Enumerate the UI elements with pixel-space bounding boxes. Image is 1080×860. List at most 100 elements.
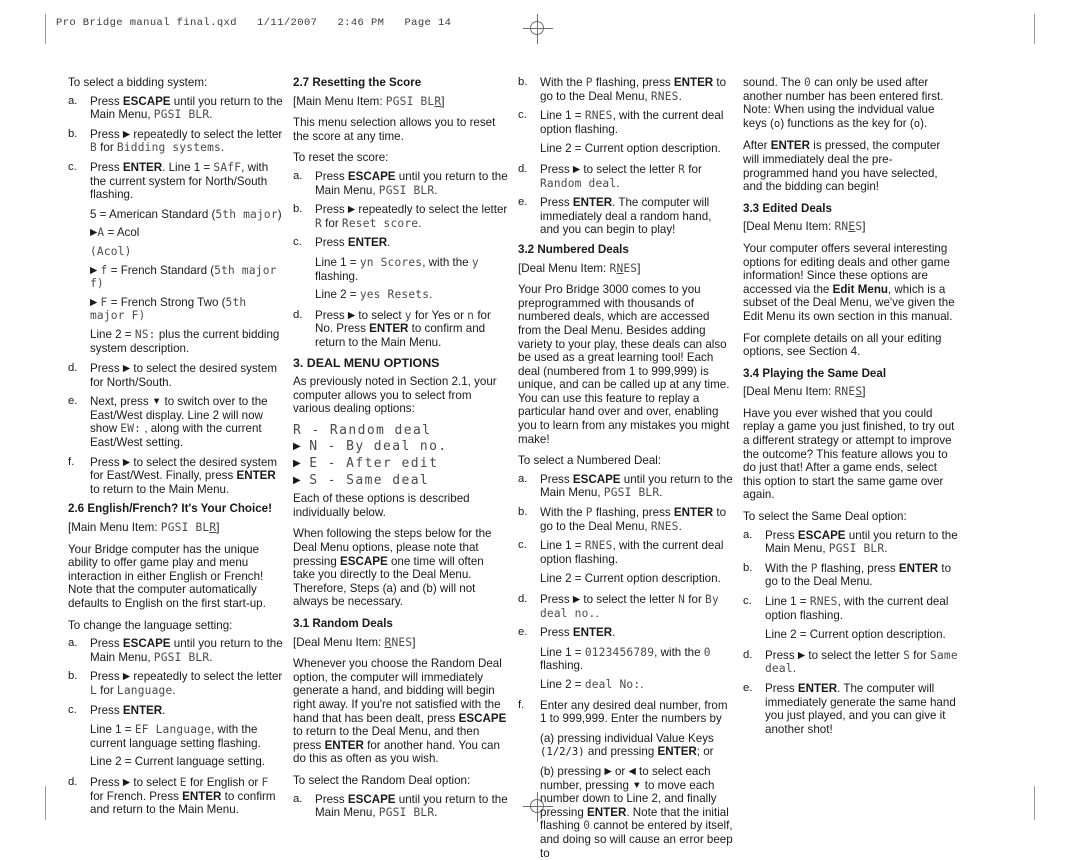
text-fragment: [Deal Menu Item: [743, 385, 835, 399]
arrow-left-icon [629, 766, 636, 777]
column-3: b. With the P flashing, press ENTER to g… [518, 76, 733, 860]
text-fragment: Press [90, 94, 123, 108]
step-b-random-deal: b. With the P flashing, press ENTER to g… [518, 76, 733, 103]
lcd-letter-r: R [315, 216, 322, 230]
key-enter: ENTER [572, 196, 613, 210]
numbered-deal-e-line2: Line 2 = deal No:. [540, 678, 733, 692]
random-deal-intro: To select the Random Deal option: [293, 773, 471, 787]
lcd-letter-f: F [261, 775, 269, 789]
lcd-letter-p: P [585, 506, 593, 520]
text-fragment: repeatedly to select the letter [130, 670, 283, 684]
step-marker: b. [518, 506, 528, 519]
heading-3-2: 3.2 Numbered Deals [518, 242, 629, 256]
crop-rule-right [1034, 14, 1035, 44]
step-body: Press to select the letter R for Random … [540, 163, 733, 190]
same-deal-intro: To select the Same Deal option: [743, 510, 907, 524]
lcd-y: y [471, 255, 479, 269]
text-fragment: Press [540, 162, 573, 176]
language-intro: To change the language setting: [68, 618, 233, 632]
step-body: Press ESCAPE until you return to the Mai… [315, 793, 508, 820]
heading-2-7: 2.7 Resetting the Score [293, 76, 422, 89]
menu-item-3-1: [Deal Menu Item: RNES] [293, 636, 508, 650]
paragraph-3-1-body: Whenever you choose the Random Deal opti… [293, 657, 508, 766]
step-marker: d. [743, 648, 753, 661]
text-fragment: ] [862, 220, 866, 234]
lcd-yes-resets: yes Resets [359, 288, 430, 302]
key-enter: ENTER [770, 139, 811, 153]
text-fragment: Press [315, 236, 348, 250]
lcd-major-f: major F) [90, 309, 146, 323]
step-body: Press repeatedly to select the letter B … [90, 128, 283, 155]
text-fragment: . [162, 703, 166, 717]
lcd-y: y [404, 308, 412, 322]
lcd-menu-path: PGSI BLR [386, 95, 442, 108]
step-body: Press to select E for English or F for F… [90, 776, 283, 817]
step-marker: c. [518, 109, 527, 122]
step-b-same-deal: b. With the P flashing, press ENTER to g… [743, 562, 958, 589]
step-body: Press ENTER. [315, 236, 508, 250]
step-e-same-deal: e. Press ENTER. The computer will immedi… [743, 682, 958, 736]
paragraph-after-enter: After ENTER is pressed, the computer wil… [743, 139, 958, 193]
lcd-bidding-systems: Bidding systems [116, 141, 221, 155]
text-fragment: Press [540, 593, 573, 606]
text-fragment: ). [920, 116, 928, 130]
arrow-down-icon [632, 780, 641, 791]
text-fragment: Line 1 = [765, 595, 810, 608]
step-c-reset: c. Press ENTER. [293, 236, 508, 250]
manual-page: Pro Bridge manual final.qxd 1/11/2007 2:… [0, 0, 1080, 860]
text-fragment: . [434, 183, 438, 197]
step-body: With the P flashing, press ENTER to go t… [540, 76, 733, 103]
key-enter: ENTER [324, 738, 364, 752]
text-fragment: (b) pressing [540, 764, 605, 778]
step-body: Line 1 = RNES, with the current deal opt… [540, 109, 733, 136]
lcd-5th: 5th [225, 295, 247, 309]
step-marker: a. [293, 169, 303, 182]
text-fragment: = French Standard ( [107, 263, 215, 277]
step-d-reset: d. Press to select y for Yes or n for No… [293, 309, 508, 350]
lcd-random-deal: Random deal [540, 176, 617, 190]
step-c-bidding: c. Press ENTER. Line 1 = SAfF, with the … [68, 161, 283, 202]
step-marker: d. [518, 593, 528, 605]
step-marker: c. [68, 160, 77, 173]
lcd-main-menu: PGSI BLR [153, 650, 210, 664]
lcd-option-n: N - By deal no. [309, 439, 448, 455]
key-enter: ENTER [898, 561, 939, 575]
lcd-reset-score: Reset score [341, 216, 419, 230]
text-fragment: flashing, press [592, 506, 674, 520]
arrow-down-icon [152, 396, 161, 407]
step-body: Press ESCAPE until you return to the Mai… [90, 637, 283, 664]
text-fragment: Press [90, 775, 123, 789]
step-marker: d. [518, 162, 528, 175]
numbered-deal-e-line1: Line 1 = 0123456789, with the 0 flashing… [540, 646, 733, 673]
lcd-deal-no: deal No: [584, 677, 641, 691]
bidding-option-acol-lcd: (Acol) [90, 245, 283, 259]
text-fragment: Press [90, 362, 123, 376]
step-marker: a. [68, 637, 78, 650]
text-fragment: Press [765, 528, 798, 542]
paragraph-3-3-details: For complete details on all your editing… [743, 331, 942, 359]
text-fragment: Press [90, 127, 123, 141]
text-fragment: . [220, 141, 225, 155]
lcd-acol: (Acol) [90, 244, 132, 258]
step-body: Press repeatedly to select the letter R … [315, 203, 508, 230]
lcd-deal-menu: RNES [650, 89, 679, 103]
paragraph-2-7-body: This menu selection allows you to reset … [293, 116, 496, 143]
column-4: sound. The 0 can only be used after anot… [743, 76, 958, 776]
text-fragment: . [418, 216, 422, 230]
step-d-same-deal: d. Press to select the letter S for Same… [743, 649, 958, 676]
step-body: Press to select the letter S for Same de… [765, 649, 958, 676]
text-fragment: Line 1 = [540, 539, 585, 553]
key-escape: ESCAPE [797, 528, 846, 542]
key-enter: ENTER [673, 506, 714, 520]
text-fragment: ) [277, 207, 282, 221]
text-fragment: With the [540, 506, 586, 520]
paragraph-3-3-body: Your computer offers several interesting… [743, 242, 958, 324]
step-marker: c. [68, 703, 77, 716]
text-fragment: (a) pressing individual Value Keys [540, 731, 714, 745]
paragraph-3-body: As previously noted in Section 2.1, your… [293, 375, 497, 416]
numbered-deal-method-b: (b) pressing or to select each number, p… [540, 765, 733, 860]
lcd-letter-p: P [810, 561, 818, 575]
text-fragment: flashing, press [592, 76, 674, 89]
menu-item-3-2: [Deal Menu Item: RNES] [518, 262, 733, 276]
text-fragment: Press [765, 648, 798, 662]
